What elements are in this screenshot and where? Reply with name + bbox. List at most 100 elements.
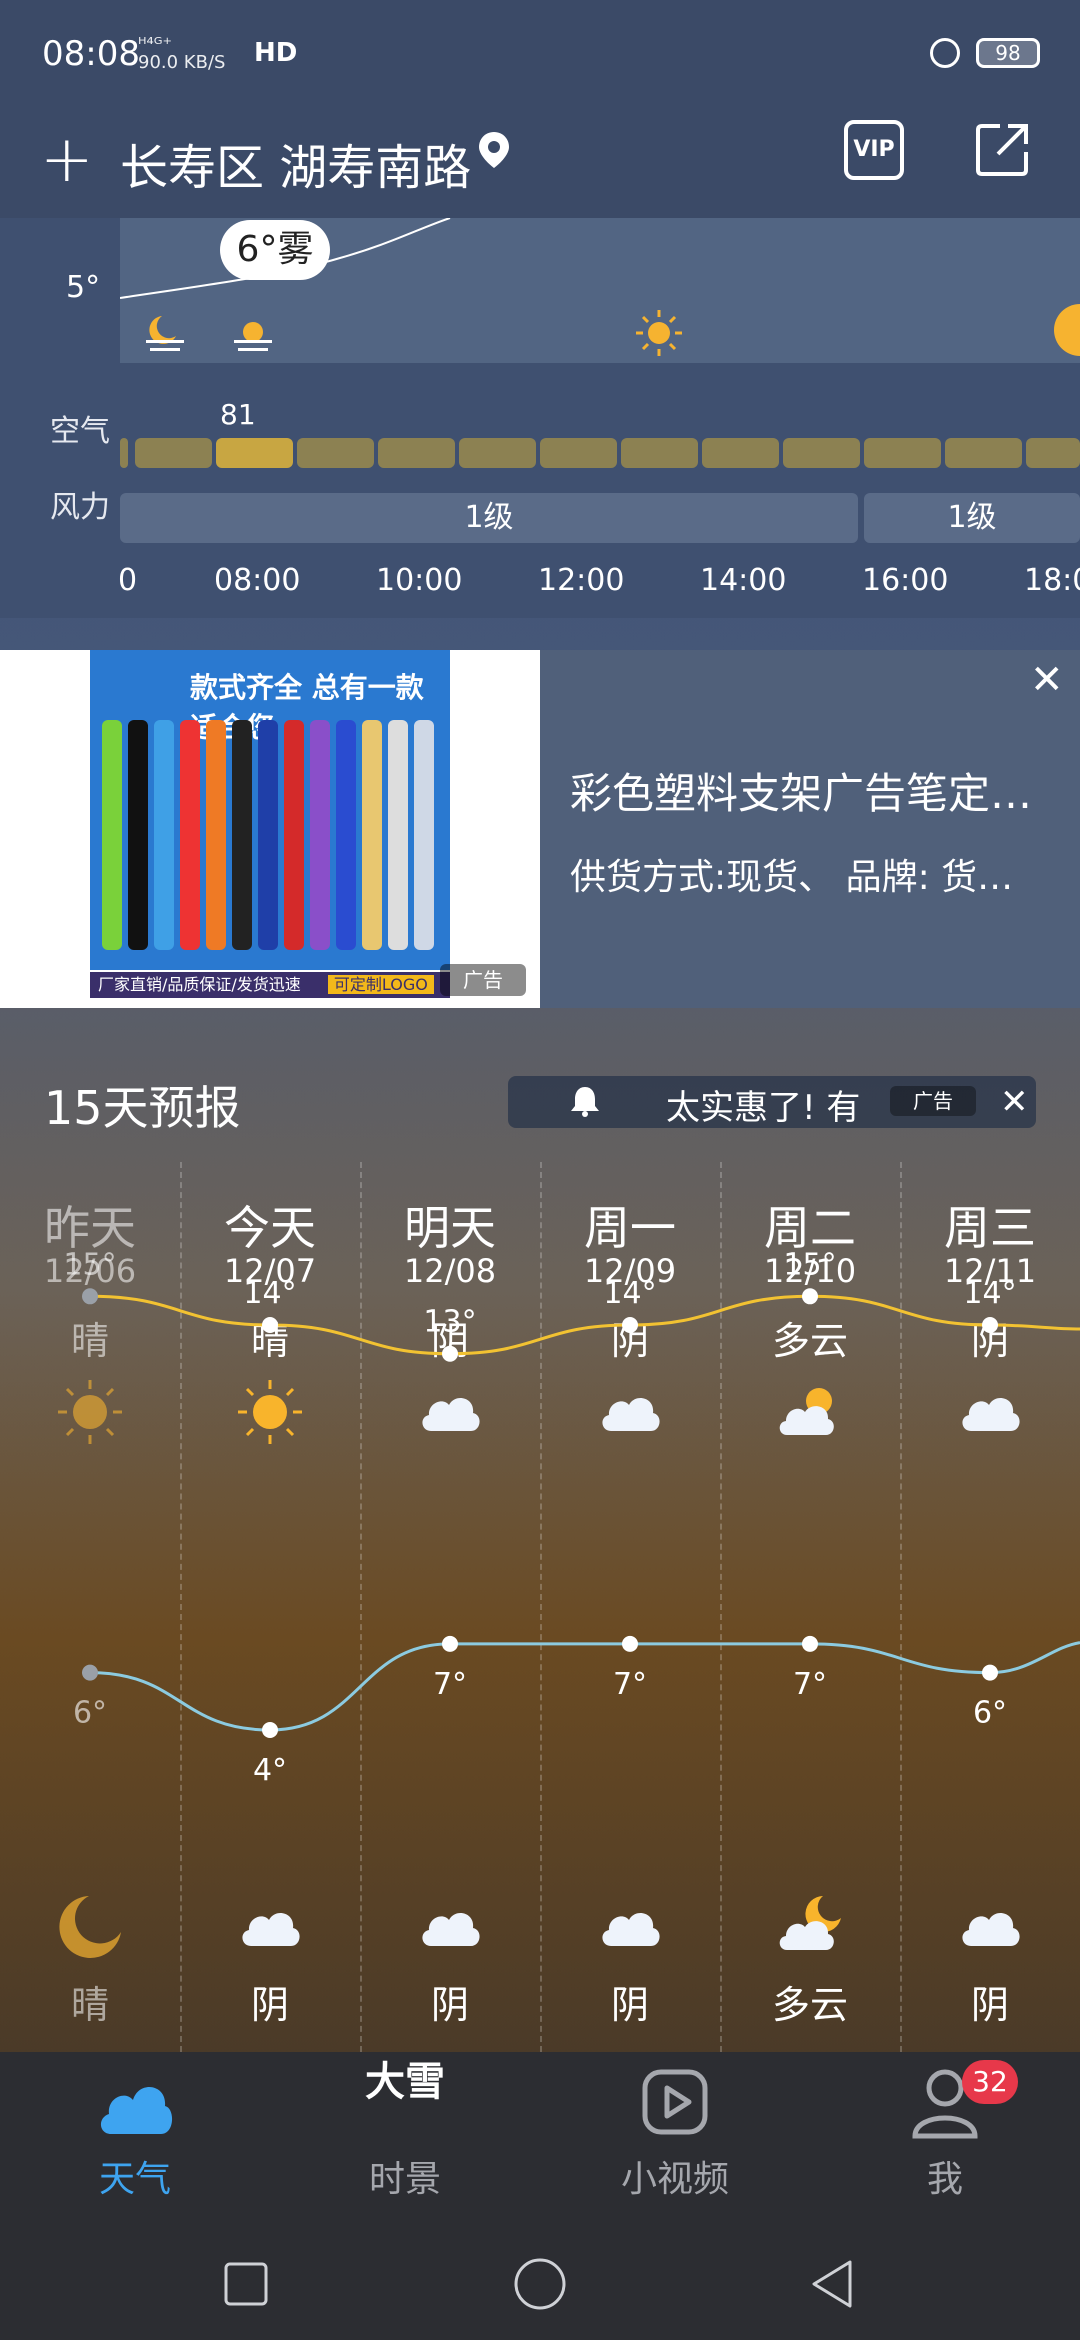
- hour-tick: 12:00: [538, 563, 625, 598]
- aqi-segment: [378, 438, 455, 468]
- home-button[interactable]: [510, 2254, 570, 2314]
- low-temp-line: [89, 1641, 1080, 1732]
- pen-image: [336, 720, 356, 950]
- temp-label: 14°: [603, 1276, 656, 1311]
- aqi-segment: [1026, 438, 1080, 468]
- ad-tag: 广告: [440, 964, 526, 996]
- aqi-segment: [783, 438, 860, 468]
- promo-ad-tag: 广告: [890, 1086, 976, 1116]
- ad-banner[interactable]: 款式齐全 总有一款适合您 厂家直销/品质保证/发货迅速 可定制LOGO 广告 彩…: [0, 650, 1080, 1008]
- location-title[interactable]: 长寿区 湖寿南路: [120, 128, 471, 198]
- cloud-icon: [962, 1913, 1020, 1946]
- night-condition: 阴: [250, 1983, 289, 2027]
- pen-image: [232, 720, 252, 950]
- moon-icon: [59, 1896, 121, 1958]
- wind-level: 1级: [864, 493, 1080, 543]
- cloud-icon: [242, 1913, 300, 1946]
- cloud-icon: [100, 2087, 173, 2134]
- aqi-segment: [945, 438, 1022, 468]
- rotation-lock-icon: [930, 38, 960, 68]
- tab-weather[interactable]: 天气: [0, 2052, 270, 2232]
- sun-icon: [636, 310, 682, 356]
- aqi-segment: [702, 438, 779, 468]
- pen-image: [128, 720, 148, 950]
- cloud-icon: [422, 1913, 480, 1946]
- ad-close-button[interactable]: ✕: [1030, 660, 1064, 700]
- temp-label: 4°: [253, 1753, 287, 1788]
- ad-tag-label: 广告: [463, 968, 503, 992]
- snow-scene-icon: 大雪: [365, 2062, 445, 2142]
- night-condition: 阴: [610, 1983, 649, 2027]
- high-temp-series: 15° 14° 13° 14° 15° 14°: [63, 1247, 1080, 1362]
- bell-icon: [571, 1087, 599, 1117]
- night-condition: 多云: [771, 1983, 848, 2027]
- hour-tick: 16:00: [862, 563, 949, 598]
- temp-label: 13°: [423, 1305, 476, 1340]
- aqi-segment: [297, 438, 374, 468]
- promo-close-button[interactable]: ✕: [1000, 1082, 1029, 1122]
- ad-image[interactable]: 款式齐全 总有一款适合您 厂家直销/品质保证/发货迅速 可定制LOGO 广告: [0, 650, 540, 1008]
- status-time: 08:08: [42, 34, 140, 74]
- aqi-segment: [864, 438, 941, 468]
- wind-level: 1级: [120, 493, 858, 543]
- ad-strip-right: 可定制LOGO: [327, 975, 434, 994]
- temp-point: [262, 1317, 278, 1333]
- night-condition: 阴: [430, 1983, 469, 2027]
- temp-label: 7°: [433, 1667, 467, 1702]
- ad-description[interactable]: 供货方式:现货、 品牌: 货…: [570, 848, 1070, 900]
- temp-label: 14°: [963, 1276, 1016, 1311]
- cloud-icon: [602, 1913, 660, 1946]
- ad-strip-left: 厂家直销/品质保证/发货迅速: [98, 975, 301, 994]
- temp-label: 15°: [63, 1247, 116, 1282]
- low-temp-series: 6° 4° 7° 7° 7° 6°: [73, 1635, 1080, 1788]
- ad-product-image: 款式齐全 总有一款适合您: [90, 650, 450, 970]
- promo-text: 太实惠了! 有: [666, 1088, 861, 1128]
- status-bar: 08:08 ᴴ⁴ᴳ⁺ 90.0 KB/S HD 98: [0, 0, 1080, 110]
- pen-image: [414, 720, 434, 950]
- ad-title[interactable]: 彩色塑料支架广告笔定…: [570, 760, 1070, 821]
- temp-point: [622, 1317, 638, 1333]
- night-condition: 阴: [970, 1983, 1009, 2027]
- tab-scene[interactable]: 大雪 时景: [270, 2052, 540, 2232]
- aqi-segment: [540, 438, 617, 468]
- temp-label: 15°: [783, 1247, 836, 1282]
- recent-apps-button[interactable]: [216, 2254, 276, 2314]
- high-temp-line: [89, 1294, 1080, 1356]
- back-button[interactable]: [804, 2254, 864, 2314]
- notification-badge: 32: [962, 2060, 1018, 2104]
- network-rate: 90.0 KB/S: [138, 52, 226, 73]
- network-speed: ᴴ⁴ᴳ⁺ 90.0 KB/S: [138, 36, 225, 72]
- pen-image: [310, 720, 330, 950]
- pen-image: [284, 720, 304, 950]
- moon-haze-icon: [146, 316, 184, 351]
- temp-label: 14°: [243, 1276, 296, 1311]
- temp-point: [82, 1664, 98, 1681]
- hourly-forecast-panel[interactable]: 5° 6°雾 空气 81 风力 1级 1级 0 08:00 10:00 12:0…: [0, 218, 1080, 618]
- air-quality-bar: [120, 438, 1080, 468]
- aqi-segment: [120, 438, 128, 468]
- snow-scene-icon-text: 大雪: [365, 2059, 445, 2105]
- tab-label: 天气: [98, 2159, 171, 2200]
- current-weather-bubble: 6°雾: [220, 220, 330, 280]
- air-quality-value: 81: [220, 398, 256, 431]
- battery-indicator: 98: [976, 38, 1040, 68]
- hour-tick: 0: [118, 563, 138, 598]
- temp-label: 6°: [73, 1696, 107, 1731]
- air-quality-label: 空气: [50, 414, 110, 449]
- sun-haze-icon: [234, 322, 272, 351]
- pen-image: [206, 720, 226, 950]
- share-button[interactable]: [972, 120, 1032, 180]
- vip-button[interactable]: VIP: [844, 120, 904, 180]
- add-city-button[interactable]: +: [40, 128, 94, 192]
- hour-tick: 10:00: [376, 563, 463, 598]
- system-navigation-bar: [0, 2232, 1080, 2340]
- aqi-segment-current: [216, 438, 293, 468]
- tab-short-video[interactable]: 小视频: [540, 2052, 810, 2232]
- promo-banner[interactable]: 太实惠了! 有 广告 ✕: [508, 1076, 1036, 1128]
- tab-label: 时景: [368, 2159, 441, 2200]
- temp-point: [442, 1345, 458, 1362]
- aqi-segment: [459, 438, 536, 468]
- tab-me[interactable]: 我: [810, 2052, 1080, 2232]
- temperature-chart: 15° 14° 13° 14° 15° 14° 6° 4° 7° 7° 7° 6°: [63, 1247, 1080, 1788]
- pen-image: [362, 720, 382, 950]
